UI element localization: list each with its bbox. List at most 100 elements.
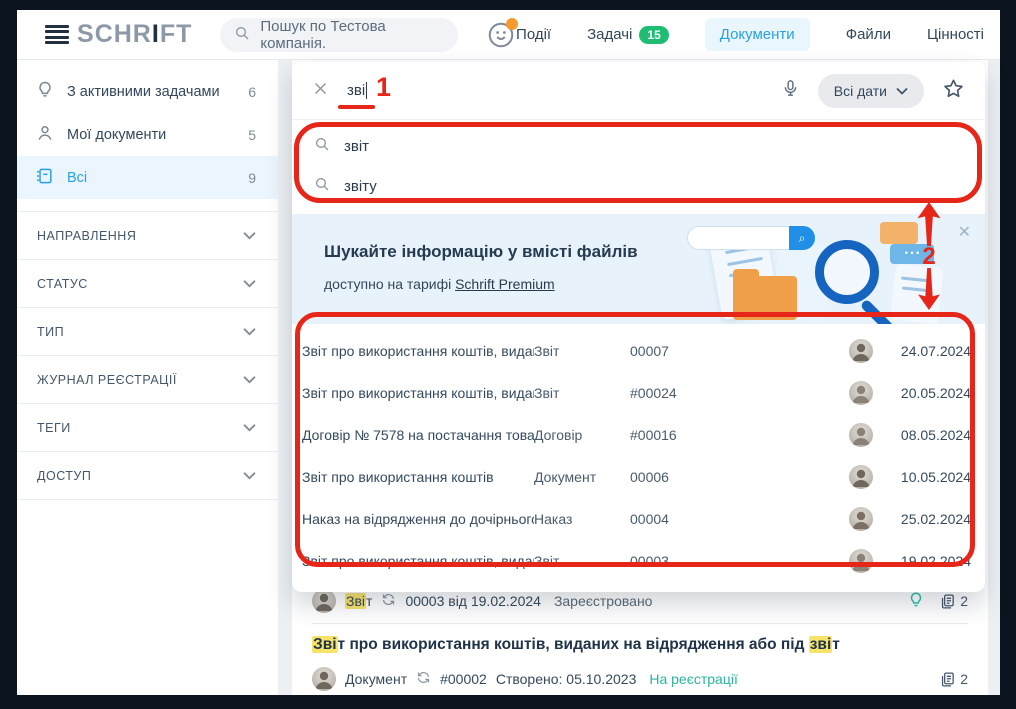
global-search-input[interactable]: Пошук по Тестова компанія. (220, 18, 458, 52)
avatar (849, 507, 873, 531)
nav-tasks[interactable]: Задачі15 (587, 26, 669, 44)
doc-type: Документ (345, 671, 407, 687)
search-query-input[interactable]: зві (347, 82, 367, 99)
sidebar: З активними задачами 6 Мої документи 5 В… (17, 60, 278, 695)
app-window: SCHRIFT Пошук по Тестова компанія. Події… (17, 10, 1000, 695)
result-meta-row[interactable]: Документ #00002 Створено: 05.10.2023 На … (292, 658, 988, 695)
nav-tasks-label: Задачі (587, 26, 632, 43)
illustration-magnifier (815, 240, 879, 304)
preview-type: Наказ (534, 511, 630, 527)
sidebar-item-count: 9 (248, 170, 256, 186)
highlight: зві (809, 636, 833, 653)
preview-title: Звіт про використання коштів, виданих на… (302, 385, 534, 401)
highlight: Зві (312, 636, 338, 653)
preview-row[interactable]: Звіт про використання коштів, виданих на… (292, 372, 985, 414)
sidebar-section-access[interactable]: ДОСТУП (17, 452, 278, 500)
preview-title: Договір № 7578 на постачання товару «05»… (302, 427, 534, 443)
preview-row[interactable]: Звіт про використання коштів Документ 00… (292, 456, 985, 498)
banner-subtitle-text: доступно на тарифі (324, 276, 455, 292)
preview-row[interactable]: Звіт про використання коштів, виданих на… (292, 330, 985, 372)
premium-link[interactable]: Schrift Premium (455, 276, 555, 292)
sidebar-item-all[interactable]: Всі 9 (17, 156, 278, 199)
preview-title: Звіт про використання коштів, виданих на… (302, 343, 534, 359)
section-label: ТИП (37, 325, 64, 339)
sidebar-item-my-documents[interactable]: Мої документи 5 (17, 113, 278, 156)
doc-number: #00002 (440, 671, 487, 687)
document-icon (35, 166, 55, 190)
suggestion-text: звіт (344, 138, 369, 155)
search-icon (314, 136, 330, 156)
title-text: т про використання коштів, виданих на ві… (338, 636, 809, 653)
pages-icon (939, 593, 956, 610)
sidebar-section-type[interactable]: ТИП (17, 308, 278, 356)
banner-close-icon[interactable]: ✕ (958, 222, 971, 242)
sidebar-section-tags[interactable]: ТЕГИ (17, 404, 278, 452)
refresh-icon (381, 592, 396, 610)
status-label: На реєстрації (649, 671, 738, 687)
status-label: Зареєстровано (554, 593, 653, 609)
search-dropdown-panel: зві Всі дати звіт звіту (292, 62, 985, 592)
nav-events[interactable]: Події (516, 26, 551, 43)
main-content: Звіт про використання коштів, виданих на… (278, 60, 1000, 695)
preview-type: Звіт (534, 343, 630, 359)
assistant-icon[interactable] (486, 20, 516, 50)
date-filter-label: Всі дати (834, 83, 887, 99)
document-search-bar: зві Всі дати (292, 62, 985, 120)
illustration-search-button: ⌕ (789, 226, 815, 250)
section-label: НАПРАВЛЕННЯ (37, 229, 136, 243)
suggestion-item[interactable]: звіт (292, 126, 985, 166)
title-text: т (832, 636, 840, 653)
sidebar-section-status[interactable]: СТАТУС (17, 260, 278, 308)
avatar (312, 667, 336, 691)
preview-row[interactable]: Договір № 7578 на постачання товару «05»… (292, 414, 985, 456)
pages-icon (939, 671, 956, 688)
sidebar-item-label: Мої документи (67, 127, 166, 143)
star-icon[interactable] (942, 77, 965, 105)
preview-date: 08.05.2024 (887, 427, 971, 443)
sidebar-item-count: 6 (248, 84, 256, 100)
section-label: ТЕГИ (37, 421, 71, 435)
nav-documents[interactable]: Документи (705, 18, 810, 51)
sidebar-section-registry[interactable]: ЖУРНАЛ РЕЄСТРАЦІЇ (17, 356, 278, 404)
copies-indicator[interactable]: 2 (939, 593, 968, 610)
nav-values[interactable]: Цінності (927, 26, 984, 43)
avatar (849, 339, 873, 363)
preview-number: 00006 (630, 469, 714, 485)
preview-number: #00024 (630, 385, 714, 401)
sidebar-section-direction[interactable]: НАПРАВЛЕННЯ (17, 212, 278, 260)
preview-number: #00016 (630, 427, 714, 443)
result-title[interactable]: Звіт про використання коштів, виданих на… (292, 624, 988, 658)
preview-date: 19.02.2024 (887, 553, 971, 569)
chevron-down-icon (896, 87, 908, 95)
illustration-chat-bubble: • • • (890, 244, 934, 264)
logo-text-2: FT (160, 20, 193, 48)
preview-date: 20.05.2024 (887, 385, 971, 401)
preview-number: 00007 (630, 343, 714, 359)
illustration-document (890, 264, 944, 324)
lightbulb-task-icon[interactable] (907, 591, 925, 612)
highlight: Зві (345, 593, 366, 609)
microphone-icon[interactable] (781, 76, 800, 105)
global-search-placeholder: Пошук по Тестова компанія. (260, 18, 444, 52)
preview-type: Звіт (534, 553, 630, 569)
suggestion-item[interactable]: звіту (292, 166, 985, 206)
sidebar-item-count: 5 (248, 127, 256, 143)
copies-indicator[interactable]: 2 (939, 671, 968, 688)
app-logo: SCHRIFT (77, 20, 192, 49)
banner-title: Шукайте інформацію у вмісті файлів (324, 242, 638, 262)
close-icon[interactable] (312, 80, 329, 102)
avatar (849, 465, 873, 489)
search-icon (314, 176, 330, 196)
copies-count: 2 (960, 671, 968, 687)
preview-row[interactable]: Звіт про використання коштів, виданих на… (292, 540, 985, 582)
sidebar-item-active-tasks[interactable]: З активними задачами 6 (17, 70, 278, 113)
nav-files[interactable]: Файли (846, 26, 891, 43)
menu-icon[interactable] (45, 25, 69, 44)
preview-row[interactable]: Наказ на відрядження до дочірнього підпр… (292, 498, 985, 540)
topbar: SCHRIFT Пошук по Тестова компанія. Події… (17, 10, 1000, 60)
preview-type: Договір (534, 427, 630, 443)
preview-number: 00004 (630, 511, 714, 527)
sidebar-item-label: Всі (67, 170, 87, 186)
date-filter-dropdown[interactable]: Всі дати (818, 74, 924, 108)
chevron-down-icon (243, 327, 256, 336)
